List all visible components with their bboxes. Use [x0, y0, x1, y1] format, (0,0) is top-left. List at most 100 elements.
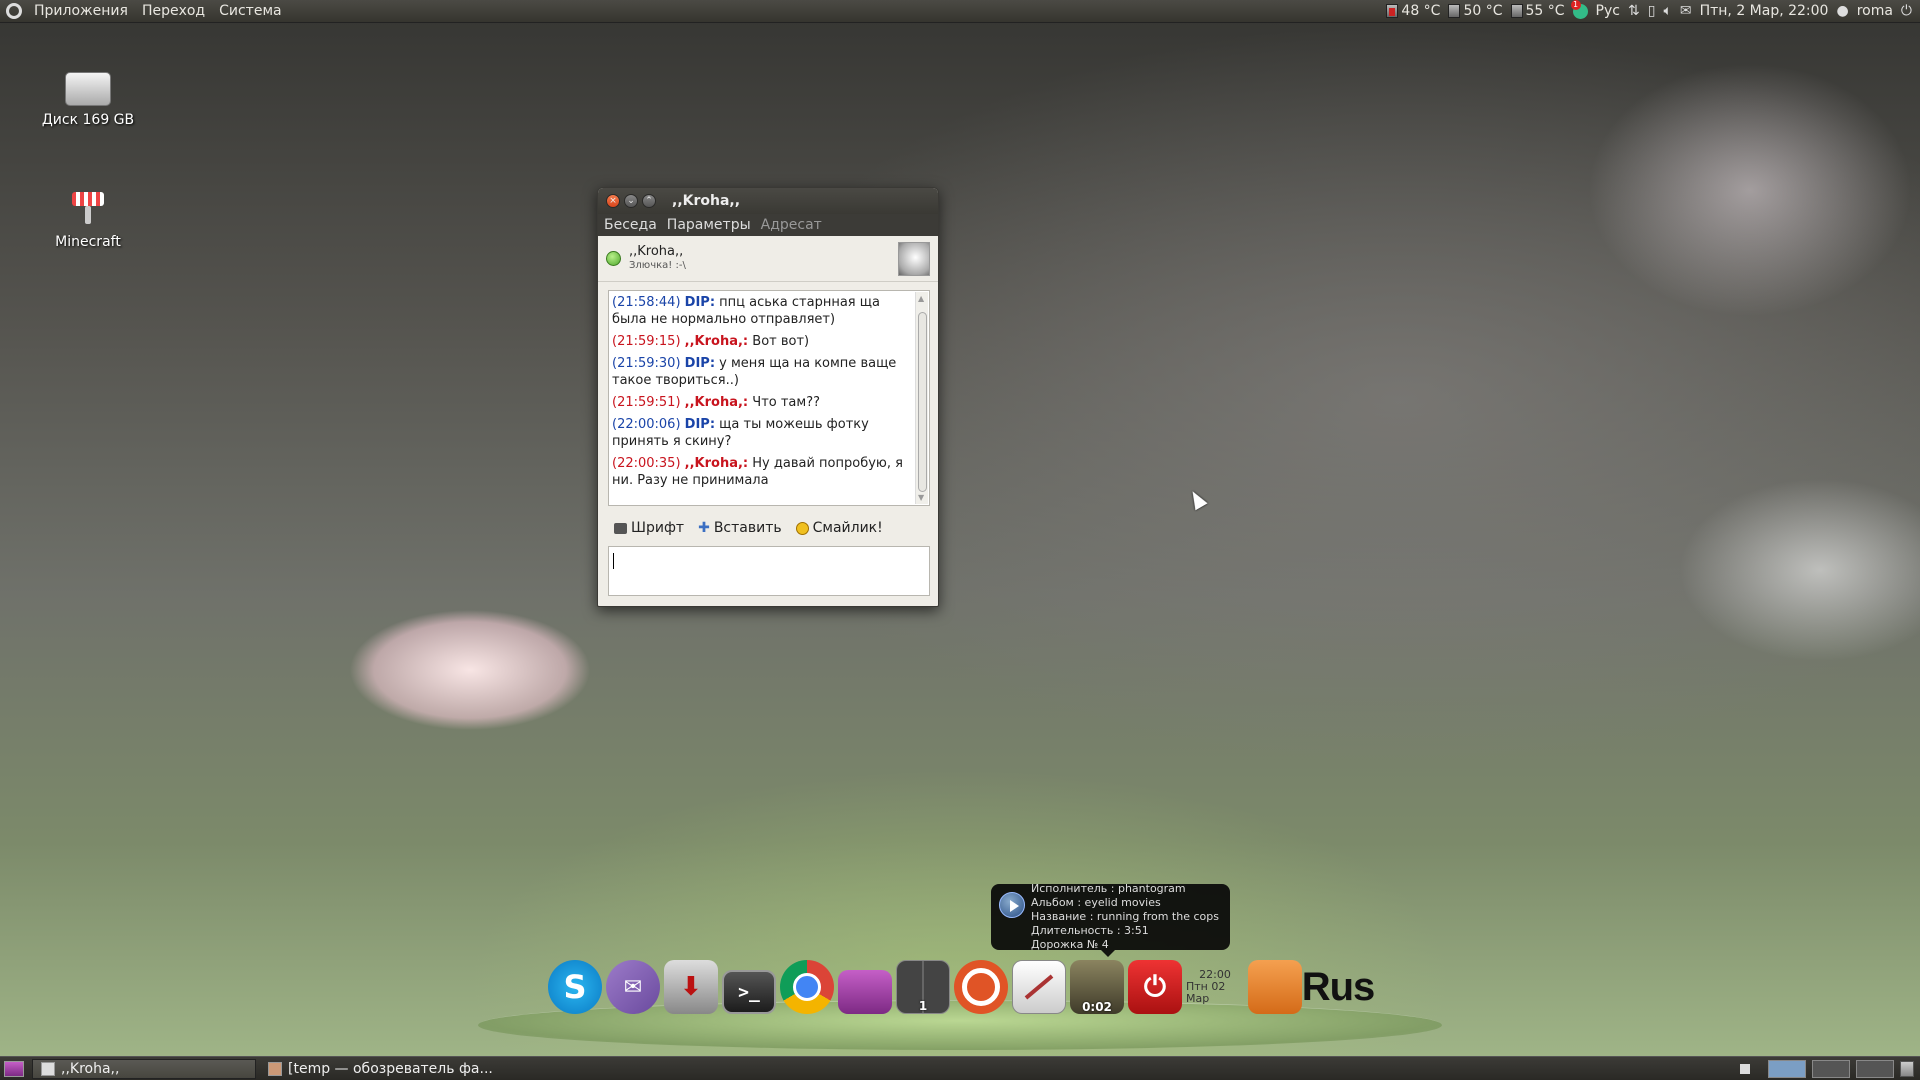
media-player-icon[interactable]: 0:02 — [1070, 960, 1124, 1014]
workspace-1[interactable] — [1768, 1059, 1806, 1078]
mail-icon[interactable]: ✉ — [1680, 3, 1692, 19]
mouse-pointer-icon — [1186, 487, 1208, 511]
volume-icon[interactable]: 🔈︎ — [1663, 3, 1671, 19]
message-item: (21:59:15) ,,Kroha,: Вот вот) — [612, 333, 913, 350]
menu-places[interactable]: Переход — [140, 3, 207, 19]
cpu-temp-sensor-3[interactable]: 55 °C — [1510, 3, 1565, 19]
message-item: (21:59:51) ,,Kroha,: Что там?? — [612, 394, 913, 411]
text-editor-icon[interactable] — [1012, 960, 1066, 1014]
plus-icon: ✚ — [698, 520, 710, 536]
user-name[interactable]: roma — [1857, 3, 1893, 19]
message-nick: ,,Kroha,: — [684, 395, 749, 410]
tooltip-artist: Исполнитель : phantogram — [1031, 882, 1186, 895]
sensor-value: 48 °C — [1401, 3, 1441, 19]
network-icon[interactable]: ⇅ — [1628, 3, 1640, 19]
smiley-button-label: Смайлик! — [812, 520, 883, 536]
dock-clock-date: Птн 02 Мар — [1186, 980, 1226, 1005]
desktop-icon-minecraft[interactable]: Minecraft — [28, 188, 148, 250]
workspace-3[interactable] — [1856, 1059, 1894, 1078]
battery-icon[interactable]: ▯ — [1648, 3, 1656, 19]
ubuntu-logo-icon[interactable] — [6, 3, 22, 19]
top-panel: Приложения Переход Система 48 °C 50 °C 5… — [0, 0, 1920, 23]
menu-system[interactable]: Система — [217, 3, 283, 19]
keyboard-layout-indicator[interactable]: Рус — [1596, 3, 1620, 19]
online-status-icon — [606, 251, 621, 266]
dock: S ✉ ⬇ >_ 1 0:02 22:00 Птн 02 Мар Rus — [548, 958, 1378, 1014]
maximize-button[interactable]: ⌃ — [642, 194, 656, 208]
taskbar-item-chat[interactable]: ,,Kroha,, — [32, 1058, 256, 1079]
conversation-log[interactable]: (21:58:44) DIP: ппц аська старнная ща бы… — [608, 290, 930, 506]
smiley-button[interactable]: Смайлик! — [795, 520, 883, 536]
chat-window: × ⌄ ⌃ ,,Kroha,, Беседа Параметры Адресат… — [597, 187, 939, 607]
insert-button[interactable]: ✚ Вставить — [698, 520, 782, 536]
notification-area-icon[interactable] — [1740, 1063, 1750, 1074]
message-time: (21:59:30) — [612, 356, 681, 371]
message-item: (21:58:44) DIP: ппц аська старнная ща бы… — [612, 294, 913, 328]
message-time: (21:58:44) — [612, 295, 681, 310]
format-toolbar: Шрифт ✚ Вставить Смайлик! — [608, 514, 930, 542]
trash-icon[interactable] — [1900, 1060, 1914, 1077]
message-item: (22:00:06) DIP: ща ты можешь фотку приня… — [612, 416, 913, 450]
chrome-icon[interactable] — [780, 960, 834, 1014]
window-menubar: Беседа Параметры Адресат — [598, 214, 938, 236]
chat-window-icon — [41, 1061, 55, 1076]
show-desktop-icon[interactable] — [838, 970, 892, 1014]
ubuntu-software-icon[interactable] — [954, 960, 1008, 1014]
workspace-switcher-icon[interactable]: 1 — [896, 960, 950, 1014]
minecraft-icon — [70, 188, 106, 228]
scroll-down-icon[interactable]: ▼ — [918, 493, 924, 502]
menu-applications[interactable]: Приложения — [32, 3, 130, 19]
pidgin-icon[interactable]: ✉ — [606, 960, 660, 1014]
menu-options[interactable]: Параметры — [667, 217, 751, 233]
cpu-temp-sensor-1[interactable]: 48 °C — [1386, 3, 1440, 19]
window-titlebar[interactable]: × ⌄ ⌃ ,,Kroha,, — [598, 188, 938, 214]
font-icon — [614, 522, 627, 534]
font-button-label: Шрифт — [631, 520, 685, 536]
buddy-avatar[interactable] — [898, 242, 930, 276]
message-item: (21:59:30) DIP: у меня ща на компе ваще … — [612, 355, 913, 389]
close-button[interactable]: × — [606, 194, 620, 208]
hard-disk-icon — [65, 72, 111, 106]
task-label: ,,Kroha,, — [61, 1060, 120, 1077]
folder-icon — [268, 1061, 282, 1076]
window-title: ,,Kroha,, — [672, 193, 741, 209]
skype-icon[interactable]: S — [548, 960, 602, 1014]
menu-conversation[interactable]: Беседа — [604, 217, 657, 233]
power-icon[interactable]: ⏻ — [1901, 3, 1912, 19]
message-nick: DIP: — [684, 356, 716, 371]
sensor-value: 55 °C — [1525, 3, 1565, 19]
log-scrollbar[interactable]: ▲ ▼ — [915, 292, 928, 504]
user-icon: ● — [1836, 3, 1849, 19]
show-desktop-button[interactable] — [4, 1060, 24, 1077]
now-playing-tooltip: Исполнитель : phantogram Альбом : eyelid… — [991, 882, 1230, 957]
temperature-icon — [1448, 4, 1461, 18]
minimize-button[interactable]: ⌄ — [624, 194, 638, 208]
transmission-icon[interactable]: ⬇ — [664, 960, 718, 1014]
bottom-panel: ,,Kroha,, [temp — обозреватель фа... — [0, 1056, 1920, 1080]
scroll-up-icon[interactable]: ▲ — [918, 294, 924, 303]
message-text: Вот вот) — [752, 334, 810, 349]
workspace-2[interactable] — [1812, 1059, 1850, 1078]
message-input[interactable] — [608, 546, 930, 596]
keyboard-layout-dock[interactable]: Rus — [1302, 960, 1376, 1014]
menu-addressee[interactable]: Адресат — [761, 217, 822, 233]
desktop-icon-disk[interactable]: Диск 169 GB — [28, 72, 148, 128]
message-nick: ,,Kroha,: — [684, 334, 749, 349]
notification-icon[interactable] — [1570, 0, 1588, 19]
task-label: [temp — обозреватель фа... — [288, 1060, 493, 1077]
message-time: (21:59:15) — [612, 334, 681, 349]
cpu-temp-sensor-2[interactable]: 50 °C — [1448, 3, 1503, 19]
message-item: (22:00:35) ,,Kroha,: Ну давай попробую, … — [612, 455, 913, 489]
files-icon[interactable] — [1248, 960, 1302, 1014]
desktop-icon-label: Minecraft — [55, 234, 121, 250]
temperature-icon — [1386, 4, 1399, 18]
terminal-icon[interactable]: >_ — [722, 970, 776, 1014]
shutdown-icon[interactable] — [1128, 960, 1182, 1014]
scroll-thumb[interactable] — [918, 312, 927, 492]
clock[interactable]: Птн, 2 Мар, 22:00 — [1700, 3, 1829, 19]
taskbar-item-file-browser[interactable]: [temp — обозреватель фа... — [260, 1059, 501, 1079]
contact-header: ,,Kroha,, Злючка! :-\ — [598, 236, 938, 282]
message-nick: DIP: — [684, 417, 716, 432]
font-button[interactable]: Шрифт — [614, 520, 684, 536]
dock-clock[interactable]: 22:00 Птн 02 Мар — [1186, 960, 1244, 1014]
